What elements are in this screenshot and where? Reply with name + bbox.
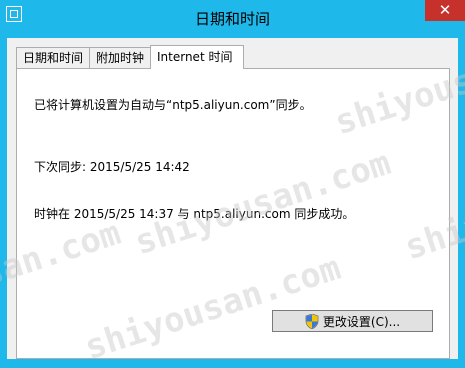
- change-settings-button[interactable]: 更改设置(C)...: [272, 310, 433, 332]
- change-settings-label: 更改设置(C)...: [322, 314, 401, 329]
- tab-internet-time[interactable]: Internet 时间: [150, 45, 244, 69]
- dialog-client-area: 日期和时间 附加时钟 Internet 时间 已将计算机设置为自动与“ntp5.…: [7, 38, 458, 359]
- tab-additional-clocks[interactable]: 附加时钟: [89, 47, 151, 68]
- title-bar[interactable]: 日期和时间 ✕: [0, 0, 465, 38]
- last-sync-result-text: 时钟在 2015/5/25 14:37 与 ntp5.aliyun.com 同步…: [34, 207, 355, 221]
- date-time-dialog: 日期和时间 ✕ 日期和时间 附加时钟 Internet 时间 已将计算机设置为自…: [0, 0, 465, 368]
- tab-date-time[interactable]: 日期和时间: [16, 47, 90, 68]
- close-button[interactable]: ✕: [425, 0, 465, 21]
- sync-setting-text: 已将计算机设置为自动与“ntp5.aliyun.com”同步。: [34, 98, 312, 112]
- internet-time-panel: 已将计算机设置为自动与“ntp5.aliyun.com”同步。 下次同步: 20…: [16, 68, 450, 359]
- next-sync-text: 下次同步: 2015/5/25 14:42: [34, 160, 190, 174]
- uac-shield-icon: [305, 313, 319, 329]
- window-title: 日期和时间: [194, 10, 270, 28]
